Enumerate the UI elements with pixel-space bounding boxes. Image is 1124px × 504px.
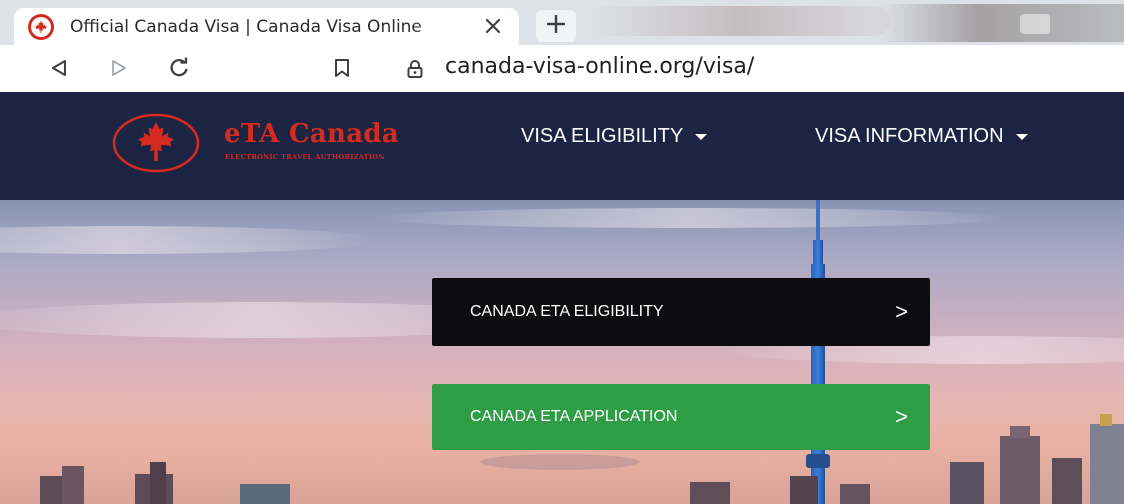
bookmark-button[interactable] bbox=[327, 53, 357, 83]
lock-icon[interactable] bbox=[402, 55, 428, 83]
brand-name[interactable]: eTA Canada bbox=[224, 119, 399, 149]
nav-label: VISA INFORMATION bbox=[815, 125, 1004, 147]
nav-label: VISA ELIGIBILITY bbox=[521, 125, 684, 147]
site-header: eTA Canada ELECTRONIC TRAVEL AUTHORIZATI… bbox=[0, 92, 1124, 200]
caret-down-icon bbox=[695, 133, 708, 140]
nav-visa-eligibility[interactable]: VISA ELIGIBILITY bbox=[521, 125, 708, 148]
forward-icon bbox=[112, 60, 126, 76]
back-icon bbox=[52, 60, 66, 76]
browser-tab-strip: Official Canada Visa | Canada Visa Onlin… bbox=[0, 0, 1124, 45]
address-bar-url[interactable]: canada-visa-online.org/visa/ bbox=[445, 54, 754, 79]
blurred-background bbox=[590, 6, 890, 36]
blurred-background bbox=[880, 4, 1124, 42]
button-label: CANADA ETA ELIGIBILITY bbox=[470, 303, 664, 320]
maple-leaf-icon[interactable] bbox=[112, 113, 200, 173]
browser-tab[interactable]: Official Canada Visa | Canada Visa Onlin… bbox=[14, 8, 519, 45]
chevron-right-icon: > bbox=[895, 299, 908, 324]
new-tab-button[interactable] bbox=[536, 10, 576, 42]
blurred-background bbox=[1020, 14, 1050, 34]
reload-button[interactable] bbox=[164, 53, 194, 83]
browser-toolbar: canada-visa-online.org/visa/ bbox=[0, 45, 1124, 92]
plus-icon bbox=[545, 13, 567, 39]
canada-maple-leaf-icon bbox=[28, 13, 54, 40]
reload-icon bbox=[170, 57, 188, 77]
bookmark-icon bbox=[335, 59, 349, 77]
brand-tagline: ELECTRONIC TRAVEL AUTHORIZATION bbox=[225, 153, 385, 161]
back-button[interactable] bbox=[44, 53, 74, 83]
caret-down-icon bbox=[1015, 133, 1028, 140]
close-icon[interactable] bbox=[480, 13, 506, 39]
canada-eta-application-button[interactable]: CANADA ETA APPLICATION > bbox=[432, 384, 930, 450]
tab-title: Official Canada Visa | Canada Visa Onlin… bbox=[70, 16, 422, 37]
chevron-right-icon: > bbox=[895, 404, 908, 429]
canada-eta-eligibility-button[interactable]: CANADA ETA ELIGIBILITY > bbox=[432, 278, 930, 346]
toronto-skyline-image bbox=[0, 200, 1124, 504]
button-label: CANADA ETA APPLICATION bbox=[470, 408, 678, 425]
forward-button[interactable] bbox=[104, 53, 134, 83]
hero-banner: CANADA ETA ELIGIBILITY > CANADA ETA APPL… bbox=[0, 200, 1124, 504]
nav-visa-information[interactable]: VISA INFORMATION bbox=[815, 125, 1028, 148]
